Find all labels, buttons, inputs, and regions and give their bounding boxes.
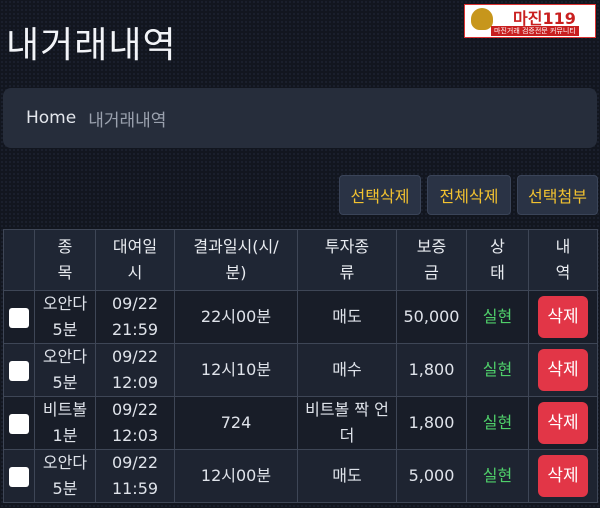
- cell-item: 오안다 5분: [34, 343, 96, 397]
- cell-status: 실현: [466, 290, 529, 344]
- row-delete-button[interactable]: 삭제: [538, 455, 588, 497]
- cell-result-time: 724: [174, 396, 298, 450]
- table-row: 비트볼 1분 09/22 12:03 724 비트볼 짝 언 더 1,800 실…: [3, 396, 598, 450]
- header-status: 상 태: [466, 229, 529, 291]
- page-title: 내거래내역: [6, 25, 177, 66]
- breadcrumb: Home 내거래내역: [3, 88, 597, 148]
- header-item: 종 목: [34, 229, 96, 291]
- cell-placed: 09/22 12:09: [95, 343, 175, 397]
- cell-placed: 09/22 11:59: [95, 449, 175, 503]
- cell-item: 비트볼 1분: [34, 396, 96, 450]
- cell-deposit: 1,800: [396, 343, 467, 397]
- table-row: 오안다 5분 09/22 11:59 12시00분 매도 5,000 실현 삭제: [3, 449, 598, 503]
- cell-placed: 09/22 12:03: [95, 396, 175, 450]
- cell-type: 매도: [297, 449, 397, 503]
- cell-type: 매도: [297, 290, 397, 344]
- row-checkbox[interactable]: [9, 360, 29, 381]
- breadcrumb-current: 내거래내역: [88, 110, 167, 131]
- row-checkbox[interactable]: [9, 413, 29, 434]
- logo-tagline: 마진거래 검증전문 커뮤니티: [491, 26, 579, 36]
- cell-status: 실현: [466, 343, 529, 397]
- header-select: [3, 229, 35, 291]
- cell-deposit: 1,800: [396, 396, 467, 450]
- cell-result-time: 12시10분: [174, 343, 298, 397]
- table-row: 오안다 5분 09/22 12:09 12시10분 매수 1,800 실현 삭제: [3, 343, 598, 397]
- attach-selected-button[interactable]: 선택첨부: [517, 175, 598, 215]
- cell-status: 실현: [466, 396, 529, 450]
- row-checkbox[interactable]: [9, 307, 29, 328]
- row-delete-button[interactable]: 삭제: [538, 402, 588, 444]
- cell-result-time: 12시00분: [174, 449, 298, 503]
- header-action: 내 역: [528, 229, 598, 291]
- cell-deposit: 5,000: [396, 449, 467, 503]
- header-result-time: 결과일시(시/ 분): [174, 229, 298, 291]
- table-header-row: 종 목 대여일 시 결과일시(시/ 분) 투자종 류 보증 금 상 태 내 역: [3, 229, 598, 291]
- delete-selected-button[interactable]: 선택삭제: [339, 175, 421, 215]
- cell-result-time: 22시00분: [174, 290, 298, 344]
- header-deposit: 보증 금: [396, 229, 467, 291]
- table-row: 오안다 5분 09/22 21:59 22시00분 매도 50,000 실현 삭…: [3, 290, 598, 344]
- eagle-emblem-icon: [471, 8, 493, 30]
- cell-status: 실현: [466, 449, 529, 503]
- row-checkbox[interactable]: [9, 466, 29, 487]
- site-logo: 마진119 마진거래 검증전문 커뮤니티: [464, 4, 596, 38]
- cell-item: 오안다 5분: [34, 290, 96, 344]
- cell-type: 비트볼 짝 언 더: [297, 396, 397, 450]
- header-placed: 대여일 시: [95, 229, 175, 291]
- delete-all-button[interactable]: 전체삭제: [427, 175, 511, 215]
- row-delete-button[interactable]: 삭제: [538, 349, 588, 391]
- cell-placed: 09/22 21:59: [95, 290, 175, 344]
- cell-deposit: 50,000: [396, 290, 467, 344]
- header-type: 투자종 류: [297, 229, 397, 291]
- breadcrumb-home-link[interactable]: Home: [26, 108, 76, 128]
- row-delete-button[interactable]: 삭제: [538, 296, 588, 338]
- trade-history-table: 종 목 대여일 시 결과일시(시/ 분) 투자종 류 보증 금 상 태 내 역 …: [3, 229, 598, 508]
- cell-type: 매수: [297, 343, 397, 397]
- cell-item: 오안다 5분: [34, 449, 96, 503]
